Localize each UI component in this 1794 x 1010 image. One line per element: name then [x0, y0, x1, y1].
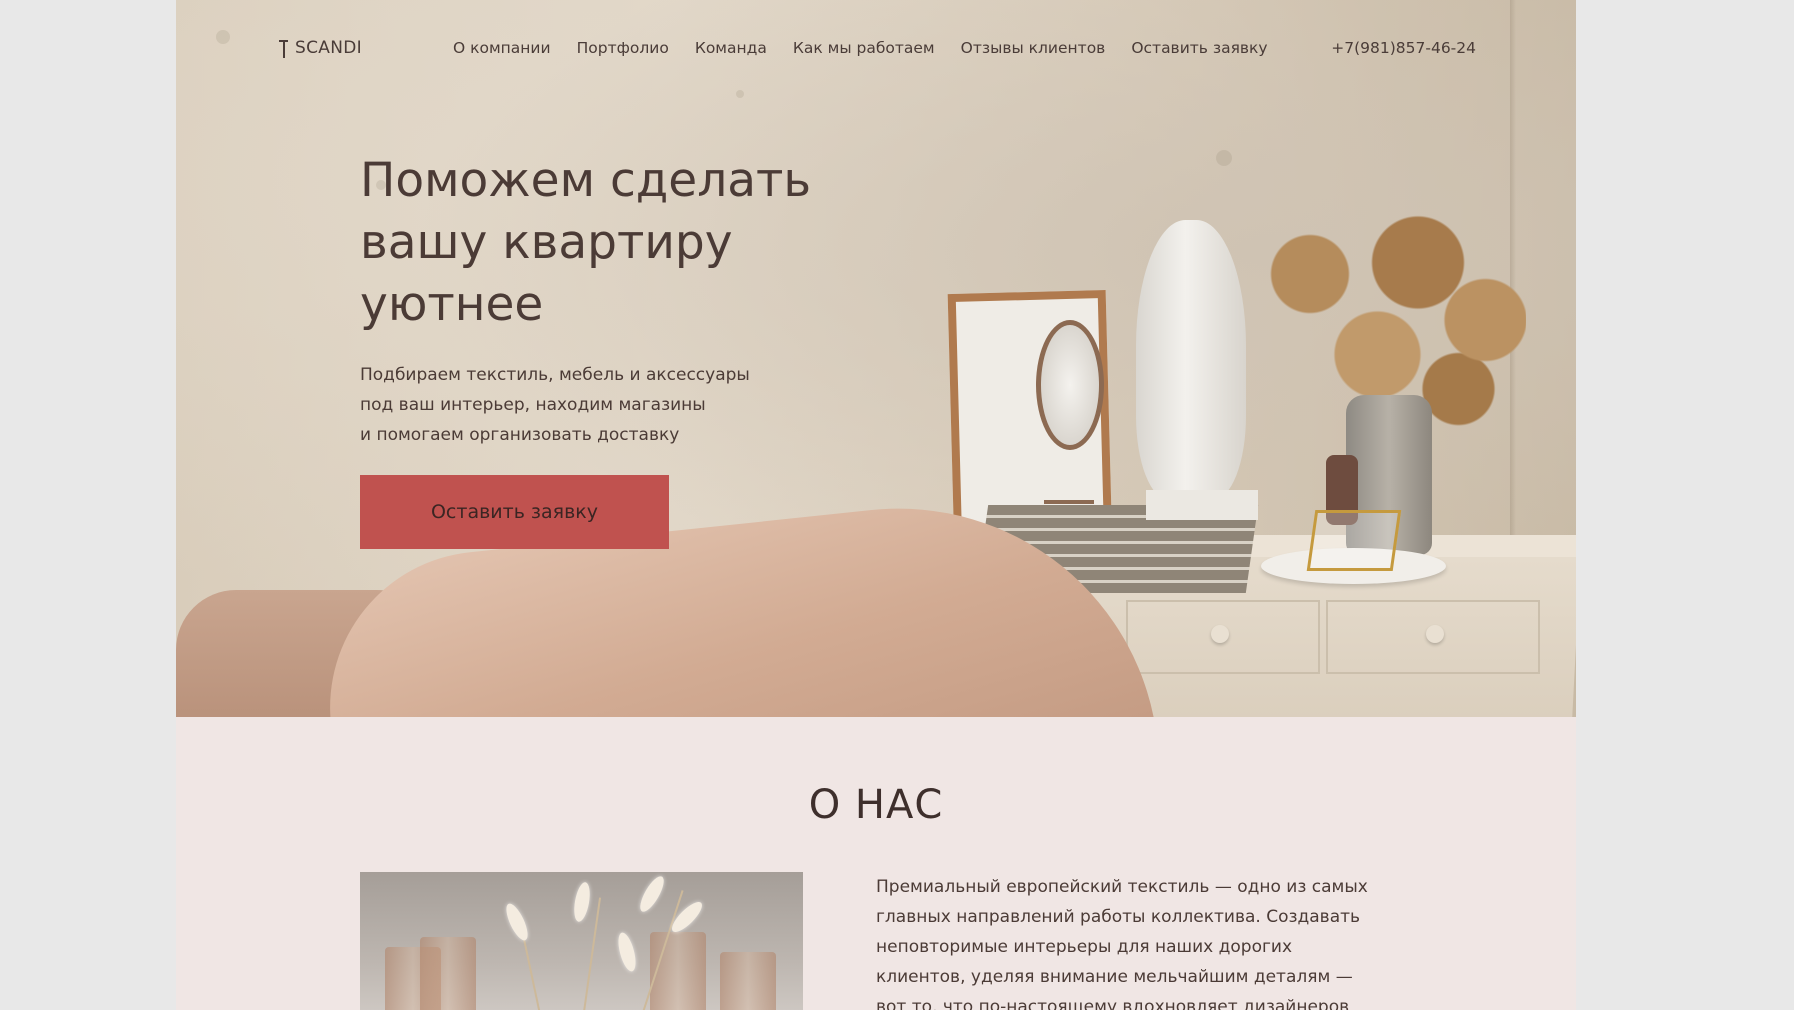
logo-text: SCANDI — [295, 38, 362, 58]
about-text-line: Премиальный европейский текстиль — одно … — [876, 877, 1368, 897]
sculpture-torso — [1136, 220, 1246, 500]
hero-section: SCANDI О компании Портфолио Команда Как … — [176, 0, 1576, 717]
glass-box — [1306, 510, 1402, 571]
nav-link-how-we-work[interactable]: Как мы работаем — [793, 39, 935, 57]
pampas-plume — [502, 900, 532, 944]
subtext-line: под ваш интерьер, находим магазины — [360, 395, 706, 415]
about-text: Премиальный европейский текстиль — одно … — [876, 872, 1406, 1010]
about-text-line: главных направлений работы коллектива. С… — [876, 907, 1361, 927]
subtext-line: и помогаем организовать доставку — [360, 425, 680, 445]
about-text-line: клиентов, уделяя внимание мельчайшим дет… — [876, 967, 1353, 987]
nav-link-portfolio[interactable]: Портфолио — [577, 39, 669, 57]
logo[interactable]: SCANDI — [279, 38, 362, 58]
headline-line: уютнее — [360, 277, 544, 332]
pampas-plume — [635, 873, 669, 915]
nav-link-reviews[interactable]: Отзывы клиентов — [961, 39, 1106, 57]
hero-headline: Поможем сделать вашу квартиру уютнее — [360, 150, 920, 336]
glass — [420, 937, 476, 1010]
glass — [720, 952, 776, 1010]
about-photo — [360, 872, 803, 1010]
wall-spot — [1216, 150, 1232, 166]
logo-icon — [279, 38, 289, 58]
top-navigation: SCANDI О компании Портфолио Команда Как … — [176, 0, 1576, 100]
nav-menu: О компании Портфолио Команда Как мы рабо… — [453, 39, 1294, 57]
page: SCANDI О компании Портфолио Команда Как … — [176, 0, 1576, 1010]
drawer-knob — [1426, 625, 1444, 643]
headline-line: вашу квартиру — [360, 215, 733, 270]
mirror-stand — [1044, 470, 1094, 504]
hero-subtext: Подбираем текстиль, мебель и аксессуары … — [360, 360, 830, 450]
pampas-plume — [571, 881, 593, 923]
vanity-mirror — [1036, 320, 1104, 450]
drawer-knob — [1211, 625, 1229, 643]
about-text-line: вот то, что по-настоящему вдохновляет ди… — [876, 997, 1350, 1010]
request-button[interactable]: Оставить заявку — [360, 475, 669, 549]
sculpture-base — [1146, 490, 1258, 520]
phone-link[interactable]: +7(981)857-46-24 — [1331, 39, 1476, 57]
nav-link-about[interactable]: О компании — [453, 39, 551, 57]
about-text-line: неповторимые интерьеры для наших дорогих — [876, 937, 1293, 957]
glass — [650, 932, 706, 1010]
about-title: О НАС — [808, 782, 944, 828]
subtext-line: Подбираем текстиль, мебель и аксессуары — [360, 365, 750, 385]
nav-link-request[interactable]: Оставить заявку — [1131, 39, 1267, 57]
pampas-plume — [615, 930, 639, 974]
about-section: О НАС Премиальный европейский текстиль —… — [176, 717, 1576, 1010]
headline-line: Поможем сделать — [360, 153, 812, 208]
nav-link-team[interactable]: Команда — [695, 39, 767, 57]
